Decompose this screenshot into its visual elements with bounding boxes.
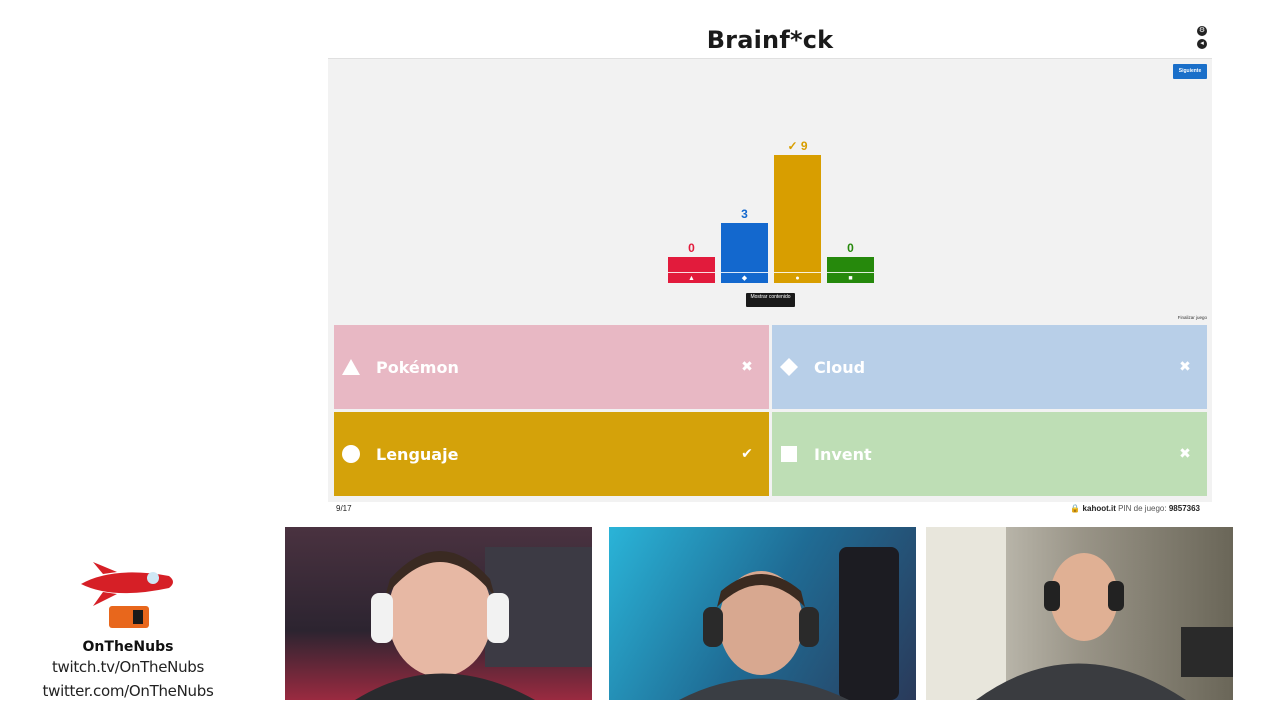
channel-name: OnTheNubs <box>82 639 174 655</box>
diamond-icon <box>780 358 798 376</box>
webcam-1 <box>285 527 592 700</box>
bar-diamond: 3 ◆ <box>721 205 768 283</box>
end-game-link[interactable]: Finalizar juego <box>1178 315 1207 320</box>
circle-icon <box>342 445 360 463</box>
answer-label: Invent <box>814 444 872 464</box>
twitch-link: twitch.tv/OnTheNubs <box>51 658 205 676</box>
answer-label: Pokémon <box>376 357 459 377</box>
answer-label: Lenguaje <box>376 444 459 464</box>
bar-fill <box>774 155 821 283</box>
settings-icon[interactable]: ⚙ <box>1197 26 1207 36</box>
bar-value: 0 <box>688 241 695 255</box>
lock-icon: 🔒 <box>1070 504 1081 513</box>
close-icon: ✖ <box>1179 359 1191 375</box>
bar-circle: ✓ 9 ● <box>774 137 821 283</box>
game-pin: 🔒 kahoot.it PIN de juego: 9857363 <box>1070 504 1200 513</box>
top-icons: ⚙ ◂ <box>1197 26 1207 52</box>
pin-label: PIN de juego: <box>1118 504 1167 513</box>
square-icon: ■ <box>827 272 874 283</box>
answer-diamond[interactable]: Cloud ✖ <box>772 325 1207 409</box>
domain: kahoot.it <box>1082 504 1116 513</box>
square-icon <box>780 445 798 463</box>
answer-chart: 0 ▲ 3 ◆ ✓ 9 ● 0 ■ <box>668 59 876 283</box>
answer-square[interactable]: Invent ✖ <box>772 412 1207 496</box>
answer-triangle[interactable]: Pokémon ✖ <box>334 325 769 409</box>
webcam-2 <box>609 527 916 700</box>
person-figure <box>679 547 899 700</box>
check-icon: ✔ <box>741 446 753 462</box>
bar-value: ✓ 9 <box>787 139 808 153</box>
bar-value: 3 <box>741 207 748 221</box>
bar-square: 0 ■ <box>827 239 874 283</box>
kahoot-footer: 9/17 🔒 kahoot.it PIN de juego: 9857363 <box>328 504 1212 516</box>
triangle-icon <box>342 358 360 376</box>
kahoot-window: Brainf*ck ⚙ ◂ Siguiente 0 ▲ 3 ◆ ✓ 9 ● 0 … <box>328 20 1212 520</box>
close-icon: ✖ <box>1179 446 1191 462</box>
bar-value: 0 <box>847 241 854 255</box>
close-icon: ✖ <box>741 359 753 375</box>
twitter-link: twitter.com/OnTheNubs <box>42 682 214 700</box>
answer-circle[interactable]: Lenguaje ✔ <box>334 412 769 496</box>
results-panel: Siguiente 0 ▲ 3 ◆ ✓ 9 ● 0 ■ Mostrar cont… <box>328 58 1212 502</box>
show-content-button[interactable]: Mostrar contenido <box>746 293 795 307</box>
rocket-icon <box>81 562 173 628</box>
person-figure <box>355 547 592 700</box>
channel-branding: OnTheNubs twitch.tv/OnTheNubs twitter.co… <box>40 562 216 703</box>
page-title: Brainf*ck <box>706 26 834 54</box>
bar-triangle: 0 ▲ <box>668 239 715 283</box>
person-figure <box>926 527 1233 700</box>
triangle-icon: ▲ <box>668 272 715 283</box>
diamond-icon: ◆ <box>721 272 768 283</box>
question-counter: 9/17 <box>336 504 352 513</box>
exit-icon[interactable]: ◂ <box>1197 39 1207 49</box>
stream-layout: Brainf*ck ⚙ ◂ Siguiente 0 ▲ 3 ◆ ✓ 9 ● 0 … <box>0 0 1280 720</box>
circle-icon: ● <box>774 272 821 283</box>
webcam-3 <box>926 527 1233 700</box>
next-button[interactable]: Siguiente <box>1173 64 1207 79</box>
answers-grid: Pokémon ✖ Cloud ✖ Lenguaje ✔ Invent ✖ <box>334 325 1207 496</box>
answer-label: Cloud <box>814 357 866 377</box>
pin-value: 9857363 <box>1168 504 1200 513</box>
